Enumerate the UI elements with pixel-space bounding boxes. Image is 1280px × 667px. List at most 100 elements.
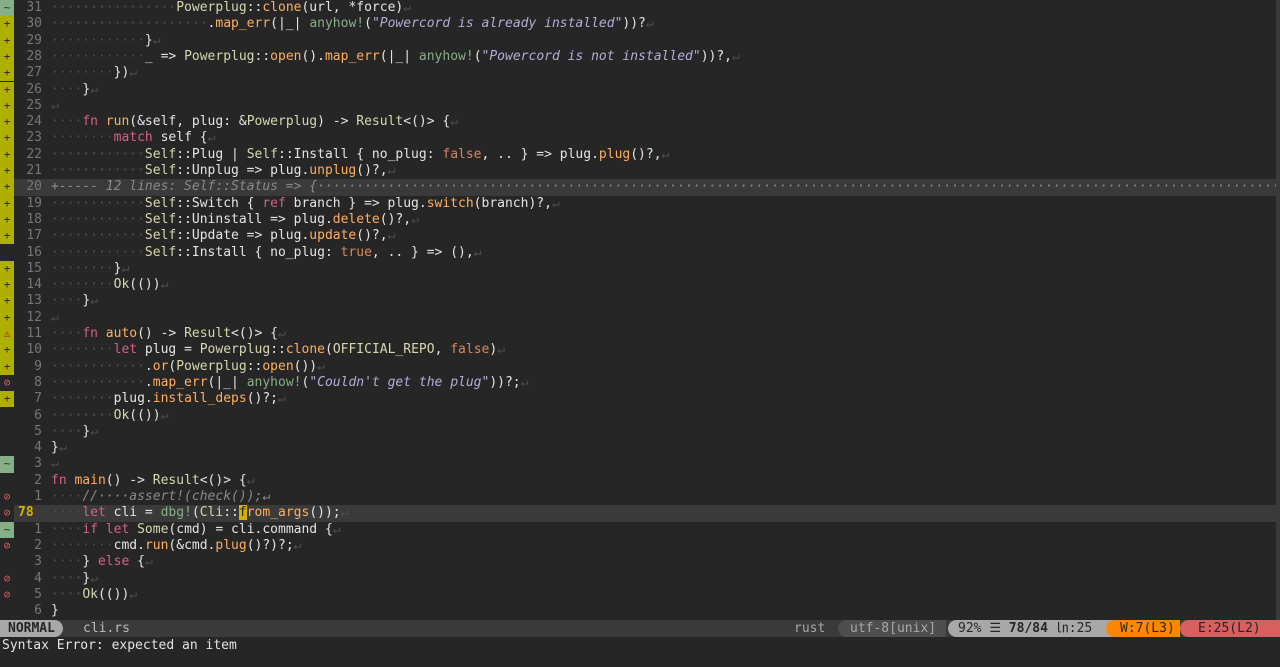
code-line[interactable]: 6 ········Ok(())↵ xyxy=(0,407,1278,424)
line-text: ············}↵ xyxy=(51,32,161,48)
code-line[interactable]: ⊘ 5 ····Ok(())↵ xyxy=(0,586,1278,604)
git-added-sign-icon: + xyxy=(0,260,14,278)
line-number: 3 xyxy=(34,554,42,570)
code-line[interactable]: +17 ············Self::Update => plug.upda… xyxy=(0,228,1278,245)
code-line[interactable]: +19 ············Self::Switch { ref branch… xyxy=(0,195,1278,212)
line-number: 12 xyxy=(26,309,42,325)
code-editor[interactable]: ~3 1 ················Powerplug::clone(url,… xyxy=(0,0,1280,620)
line-number: 13 xyxy=(26,293,42,309)
line-text: ············.or(Powerplug::open())↵ xyxy=(51,358,325,374)
code-line[interactable]: 6} xyxy=(0,603,1278,620)
line-number: 5 xyxy=(34,423,42,439)
file-encoding: utf-8[unix] xyxy=(838,620,947,637)
line-number: 6 xyxy=(34,407,42,423)
code-line[interactable]: +15 ········}↵ xyxy=(0,260,1278,278)
git-added-sign-icon: + xyxy=(0,146,14,163)
line-text: ············.map_err(|_| anyhow!("Couldn… xyxy=(51,374,529,390)
code-line[interactable]: 5 ····}↵ xyxy=(0,423,1278,441)
current-line[interactable]: ⊘ 78 ····let cli = dbg!(Cli::from_args());… xyxy=(0,505,1278,522)
code-line[interactable]: +13 ····}↵ xyxy=(0,293,1278,310)
line-text: }↵ xyxy=(51,440,67,456)
line-text: ········let plug = Powerplug::clone(OFFI… xyxy=(51,342,506,358)
code-line[interactable]: 2 fn main() -> Result<()> {↵ xyxy=(0,472,1278,489)
code-line[interactable]: ⊘ 4 ····}↵ xyxy=(0,570,1278,587)
code-line[interactable]: +24 ····fn run(&self, plug: &Powerplug) -… xyxy=(0,114,1278,131)
code-line[interactable]: +14 ········Ok(())↵ xyxy=(0,277,1278,294)
git-added-sign-icon: + xyxy=(0,358,14,375)
code-line[interactable]: ⊘ 2 ········cmd.run(&cmd.plug()?)?;↵ xyxy=(0,537,1278,555)
code-line[interactable]: ⊘ 8 ············.map_err(|_| anyhow!("Coul… xyxy=(0,374,1278,392)
line-number: 24 xyxy=(26,114,42,130)
code-line[interactable]: +30 ····················.map_err(|_| anyh… xyxy=(0,16,1278,33)
line-icon: ☰ xyxy=(989,621,1001,636)
code-line[interactable]: +29 ············}↵ xyxy=(0,32,1278,49)
git-added-sign-icon: + xyxy=(0,65,14,82)
git-added-sign-icon: + xyxy=(0,97,14,115)
code-line[interactable]: +21 ············Self::Unplug => plug.unpl… xyxy=(0,163,1278,180)
line-number: 17 xyxy=(26,228,42,244)
line-text: ············_ => Powerplug::open().map_e… xyxy=(51,48,740,64)
code-line[interactable]: +7 ········plug.install_deps()?;↵ xyxy=(0,391,1278,408)
line-text: ········match self {↵ xyxy=(51,130,216,146)
code-line[interactable]: ~31 ················Powerplug::clone(url,… xyxy=(0,0,1278,17)
empty-sign xyxy=(0,244,14,261)
line-text: +----- 12 lines: Self::Status => {······… xyxy=(51,179,1280,195)
line-text: ····}↵ xyxy=(51,293,98,309)
line-text: ····fn run(&self, plug: &Powerplug) -> R… xyxy=(51,114,459,130)
error-sign-icon: ⊘ xyxy=(0,505,14,522)
empty-sign xyxy=(0,440,14,457)
line-number: 6 xyxy=(34,603,42,619)
git-added-sign-icon: + xyxy=(0,342,14,359)
git-added-sign-icon: + xyxy=(0,309,14,326)
line-text: ····if let Some(cmd) = cli.command {↵ xyxy=(51,521,341,537)
code-line[interactable]: ~3 ↵ xyxy=(0,456,1278,473)
code-line[interactable]: 16 ············Self::Install { no_plug: t… xyxy=(0,244,1278,261)
git-changed-sign-icon: ~ xyxy=(0,521,14,538)
line-text: ····}↵ xyxy=(51,423,98,439)
code-line[interactable]: +22 ············Self::Plug | Self::Instal… xyxy=(0,146,1278,163)
line-text: ····} else {↵ xyxy=(51,554,153,570)
code-line[interactable]: +27 ········})↵ xyxy=(0,65,1278,82)
code-line[interactable]: +26 ····}↵ xyxy=(0,81,1278,98)
empty-sign xyxy=(0,407,14,424)
error-sign-icon: ⊘ xyxy=(0,586,14,604)
code-line[interactable]: +10 ········let plug = Powerplug::clone(O… xyxy=(0,342,1278,359)
line-number: 26 xyxy=(26,81,42,97)
fold-line[interactable]: +20 +----- 12 lines: Self::Status => {···… xyxy=(0,179,1280,196)
code-line[interactable]: +23 ········match self {↵ xyxy=(0,130,1278,147)
line-text: ········Ok(())↵ xyxy=(51,407,169,423)
line-text: ············Self::Switch { ref branch } … xyxy=(51,195,560,211)
code-line[interactable]: ⊘ 1 ····//····assert!(check());↵ xyxy=(0,489,1278,506)
line-text: ················Powerplug::clone(url, *f… xyxy=(51,0,412,15)
code-line[interactable]: +28 ············_ => Powerplug::open().ma… xyxy=(0,48,1278,66)
git-added-sign-icon: + xyxy=(0,32,14,49)
code-line[interactable]: +12 ↵ xyxy=(0,309,1278,326)
line-text: ········Ok(())↵ xyxy=(51,277,169,293)
code-line[interactable]: ~1 ····if let Some(cmd) = cli.command {↵ xyxy=(0,521,1278,538)
line-number: 18 xyxy=(26,211,42,227)
warning-count[interactable]: W:7(L3) xyxy=(1106,620,1180,637)
line-number: 78 xyxy=(18,505,34,521)
line-text: ····Ok(())↵ xyxy=(51,586,138,602)
code-line[interactable]: +25 ↵ xyxy=(0,97,1278,115)
git-added-sign-icon: + xyxy=(0,48,14,66)
line-number: 23 xyxy=(26,130,42,146)
code-line[interactable]: +18 ············Self::Uninstall => plug.d… xyxy=(0,211,1278,229)
empty-sign xyxy=(0,554,14,571)
scroll-percent: 92% xyxy=(958,621,982,636)
error-sign-icon: ⊘ xyxy=(0,489,14,506)
line-number: 25 xyxy=(26,97,42,113)
code-line[interactable]: 4}↵ xyxy=(0,440,1278,457)
line-number: 1 xyxy=(34,489,42,504)
line-number: 10 xyxy=(26,342,42,358)
error-sign-icon: ⊘ xyxy=(0,570,14,587)
code-line[interactable]: 3 ····} else {↵ xyxy=(0,554,1278,571)
error-count[interactable]: E:25(L2) xyxy=(1180,620,1280,637)
code-line[interactable]: ⚠ 11 ····fn auto() -> Result<()> {↵ xyxy=(0,326,1278,343)
line-number: 1 xyxy=(34,521,42,537)
line-text: } xyxy=(51,603,59,619)
line-text: ········}↵ xyxy=(51,260,130,276)
code-line[interactable]: +9 ············.or(Powerplug::open())↵ xyxy=(0,358,1278,375)
line-number: 7 xyxy=(34,391,42,407)
line-text: fn main() -> Result<()> {↵ xyxy=(51,472,255,488)
